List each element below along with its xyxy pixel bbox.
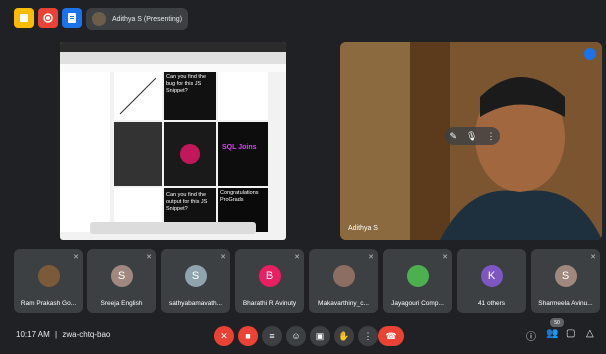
activities-button[interactable]: △ <box>586 328 594 339</box>
chat-button[interactable]: ▢ <box>566 328 575 339</box>
shared-screen: Can you find the bug for this JS Snippet… <box>60 42 286 240</box>
mic-off-icon: ✕ <box>146 254 152 261</box>
tile-controls: ✎ 🎙 ⋮ <box>445 127 500 145</box>
mic-off-icon: ✕ <box>294 254 300 261</box>
camera-name: Adithya S <box>348 225 378 232</box>
docs-icon <box>68 13 76 23</box>
others-label: 41 others <box>477 300 506 307</box>
avatar: S <box>184 265 207 287</box>
participant-name: Bharathi R Avinuty <box>242 300 297 307</box>
meeting-controls-bar: 10:17 AM | zwa-chtq-bao ✕ ■ ≡ ☺ ▣ ✋ ⋮ ☎ … <box>0 318 606 354</box>
participant-name: sathyabamavath... <box>168 300 223 307</box>
more-options-button[interactable]: ⋮ <box>358 326 378 346</box>
participant-name: Jayagouri Comp... <box>391 300 444 307</box>
hand-icon: ✋ <box>338 330 350 341</box>
presenter-avatar <box>92 12 106 26</box>
mic-toggle-button[interactable]: ✕ <box>214 326 234 346</box>
participant-tile[interactable]: ✕ S Sreeja English <box>87 249 156 313</box>
emoji-button[interactable]: ☺ <box>286 326 306 346</box>
pin-icon[interactable]: ✎ <box>450 131 458 142</box>
presenting-indicator[interactable]: Adithya S (Presenting) <box>86 8 188 30</box>
slide-bug-text: Can you find the bug for this JS Snippet… <box>166 74 207 94</box>
others-tile[interactable]: K 41 others <box>457 249 526 313</box>
mic-off-icon: ✕ <box>73 254 79 261</box>
participant-name: Makavarthiny_c... <box>318 300 369 307</box>
phone-hangup-icon: ☎ <box>385 330 397 341</box>
clock-time: 10:17 AM <box>16 330 50 339</box>
docs-app-button[interactable] <box>62 8 82 28</box>
slides-icon <box>20 14 28 22</box>
captions-button[interactable]: ≡ <box>262 326 282 346</box>
separator: | <box>55 330 58 339</box>
avatar <box>406 265 429 287</box>
mic-off-icon: ✕ <box>590 254 596 261</box>
meeting-code: zwa-chtq-bao <box>62 330 111 339</box>
raise-hand-button[interactable]: ✋ <box>334 326 354 346</box>
participant-tile[interactable]: ✕ B Bharathi R Avinuty <box>235 249 304 313</box>
avatar: B <box>258 265 281 287</box>
people-count-badge: 50 <box>550 318 564 327</box>
leave-call-button[interactable]: ☎ <box>378 326 404 346</box>
participant-strip: ✕ Ram Prakash Go... ✕ S Sreeja English ✕… <box>14 249 602 313</box>
more-options-icon: ⋮ <box>363 330 373 341</box>
people-button[interactable]: 👥 <box>546 328 558 339</box>
slide-sql-joins-text: SQL Joins <box>222 144 257 151</box>
present-button[interactable]: ▣ <box>310 326 330 346</box>
present-icon: ▣ <box>315 330 325 341</box>
participant-tile[interactable]: ✕ Ram Prakash Go... <box>14 249 83 313</box>
avatar: S <box>110 265 133 287</box>
participant-name: Sreeja English <box>100 300 143 307</box>
record-icon <box>43 13 53 23</box>
slide-congrats-text: Congratulations ProGrads <box>220 190 259 203</box>
mic-icon[interactable]: 🎙 <box>466 131 477 142</box>
more-options-icon[interactable]: ⋮ <box>486 131 495 142</box>
captions-icon: ≡ <box>269 331 275 341</box>
camera-off-icon: ■ <box>245 331 251 341</box>
mic-off-icon: ✕ <box>368 254 374 261</box>
avatar: K <box>480 265 503 287</box>
audio-activity-icon <box>584 48 596 60</box>
participant-tile[interactable]: ✕ S Sharmeela Avinu... <box>531 249 600 313</box>
slide-output-text: Can you find the output for this JS Snip… <box>166 192 208 212</box>
participant-name: Ram Prakash Go... <box>20 300 77 307</box>
camera-toggle-button[interactable]: ■ <box>238 326 258 346</box>
meeting-info: 10:17 AM | zwa-chtq-bao <box>16 330 110 339</box>
top-bar: Adithya S (Presenting) <box>0 0 606 38</box>
slides-app-button[interactable] <box>14 8 34 28</box>
avatar <box>37 265 60 287</box>
info-button[interactable]: ⓘ <box>526 328 536 343</box>
avatar <box>332 265 355 287</box>
participant-tile[interactable]: ✕ Jayagouri Comp... <box>383 249 452 313</box>
mic-off-icon: ✕ <box>220 254 226 261</box>
participant-name: Sharmeela Avinu... <box>538 300 593 307</box>
participant-tile[interactable]: ✕ Makavarthiny_c... <box>309 249 378 313</box>
emoji-icon: ☺ <box>291 331 301 341</box>
mic-off-icon: ✕ <box>220 330 228 341</box>
presenter-camera-tile[interactable]: ✎ 🎙 ⋮ Adithya S <box>340 42 602 240</box>
mic-off-icon: ✕ <box>442 254 448 261</box>
avatar: S <box>554 265 577 287</box>
participant-tile[interactable]: ✕ S sathyabamavath... <box>161 249 230 313</box>
presenter-label: Adithya S (Presenting) <box>112 15 183 23</box>
record-app-button[interactable] <box>38 8 58 28</box>
